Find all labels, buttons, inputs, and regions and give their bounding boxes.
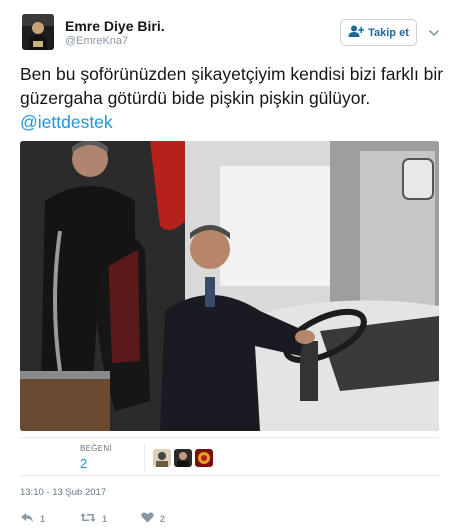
reply-icon <box>20 510 34 528</box>
user-handle[interactable]: @EmreKna7 <box>65 35 128 47</box>
retweet-icon <box>80 510 96 528</box>
reply-count: 1 <box>40 514 46 524</box>
liker-avatar[interactable] <box>174 449 192 467</box>
tweet-timestamp[interactable]: 13:10 - 13 Şub 2017 <box>20 487 106 498</box>
likes-count[interactable]: 2 <box>80 456 87 471</box>
like-count: 2 <box>160 514 166 524</box>
retweet-count: 1 <box>102 514 108 524</box>
follow-button-label: Takip et <box>368 26 409 39</box>
tweet-stats: BEĞENİ 2 <box>20 437 439 476</box>
reply-button[interactable]: 1 <box>20 510 45 528</box>
tweet-body: Ben bu şoförünüzden şikayetçiyim kendisi… <box>20 64 444 108</box>
chevron-down-icon[interactable] <box>428 26 440 38</box>
mention-link[interactable]: @iettdestek <box>20 112 113 132</box>
likes-label[interactable]: BEĞENİ <box>80 444 112 453</box>
like-button[interactable]: 2 <box>141 510 165 528</box>
retweet-button[interactable]: 1 <box>80 510 107 528</box>
add-user-icon <box>348 24 365 42</box>
tweet-header: Emre Diye Biri. @EmreKna7 Takip et <box>20 14 440 54</box>
liker-avatar[interactable] <box>195 449 213 467</box>
stats-divider <box>144 443 145 471</box>
avatar[interactable] <box>22 14 54 50</box>
tweet-photo[interactable] <box>20 141 439 431</box>
follow-button[interactable]: Takip et <box>340 19 417 46</box>
display-name[interactable]: Emre Diye Biri. <box>65 18 165 34</box>
liker-avatar[interactable] <box>153 449 171 467</box>
heart-icon <box>141 510 154 528</box>
tweet-text: Ben bu şoförünüzden şikayetçiyim kendisi… <box>20 62 445 134</box>
